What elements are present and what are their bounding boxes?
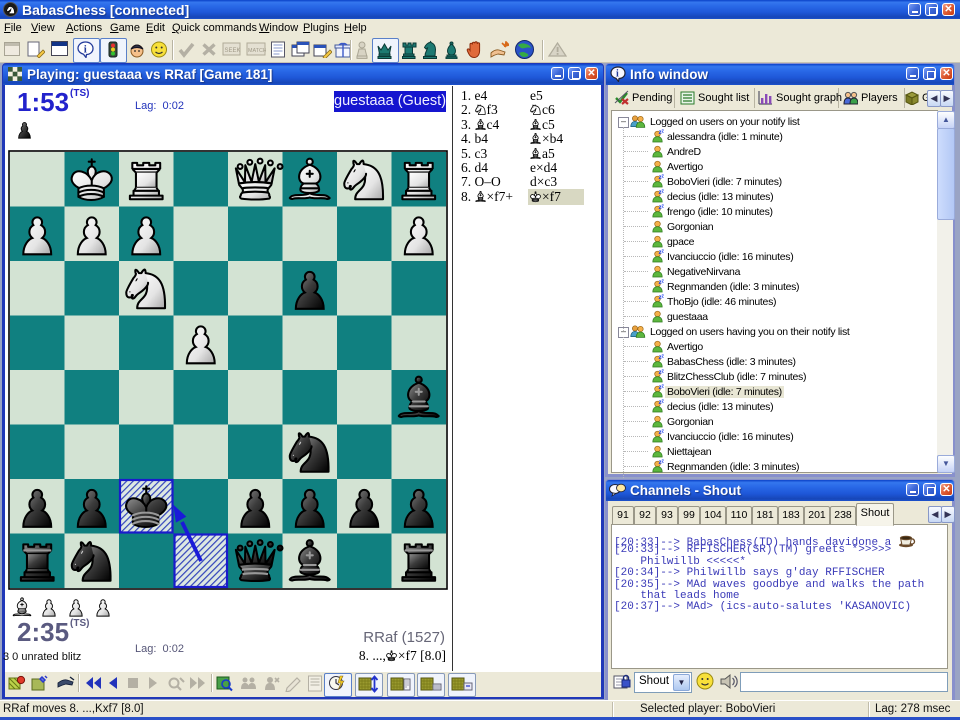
svg-text:i: i [84, 44, 87, 56]
svg-text:i: i [616, 69, 619, 80]
svg-text:SEEK: SEEK [225, 48, 241, 54]
svg-text:MATCH: MATCH [248, 48, 266, 54]
